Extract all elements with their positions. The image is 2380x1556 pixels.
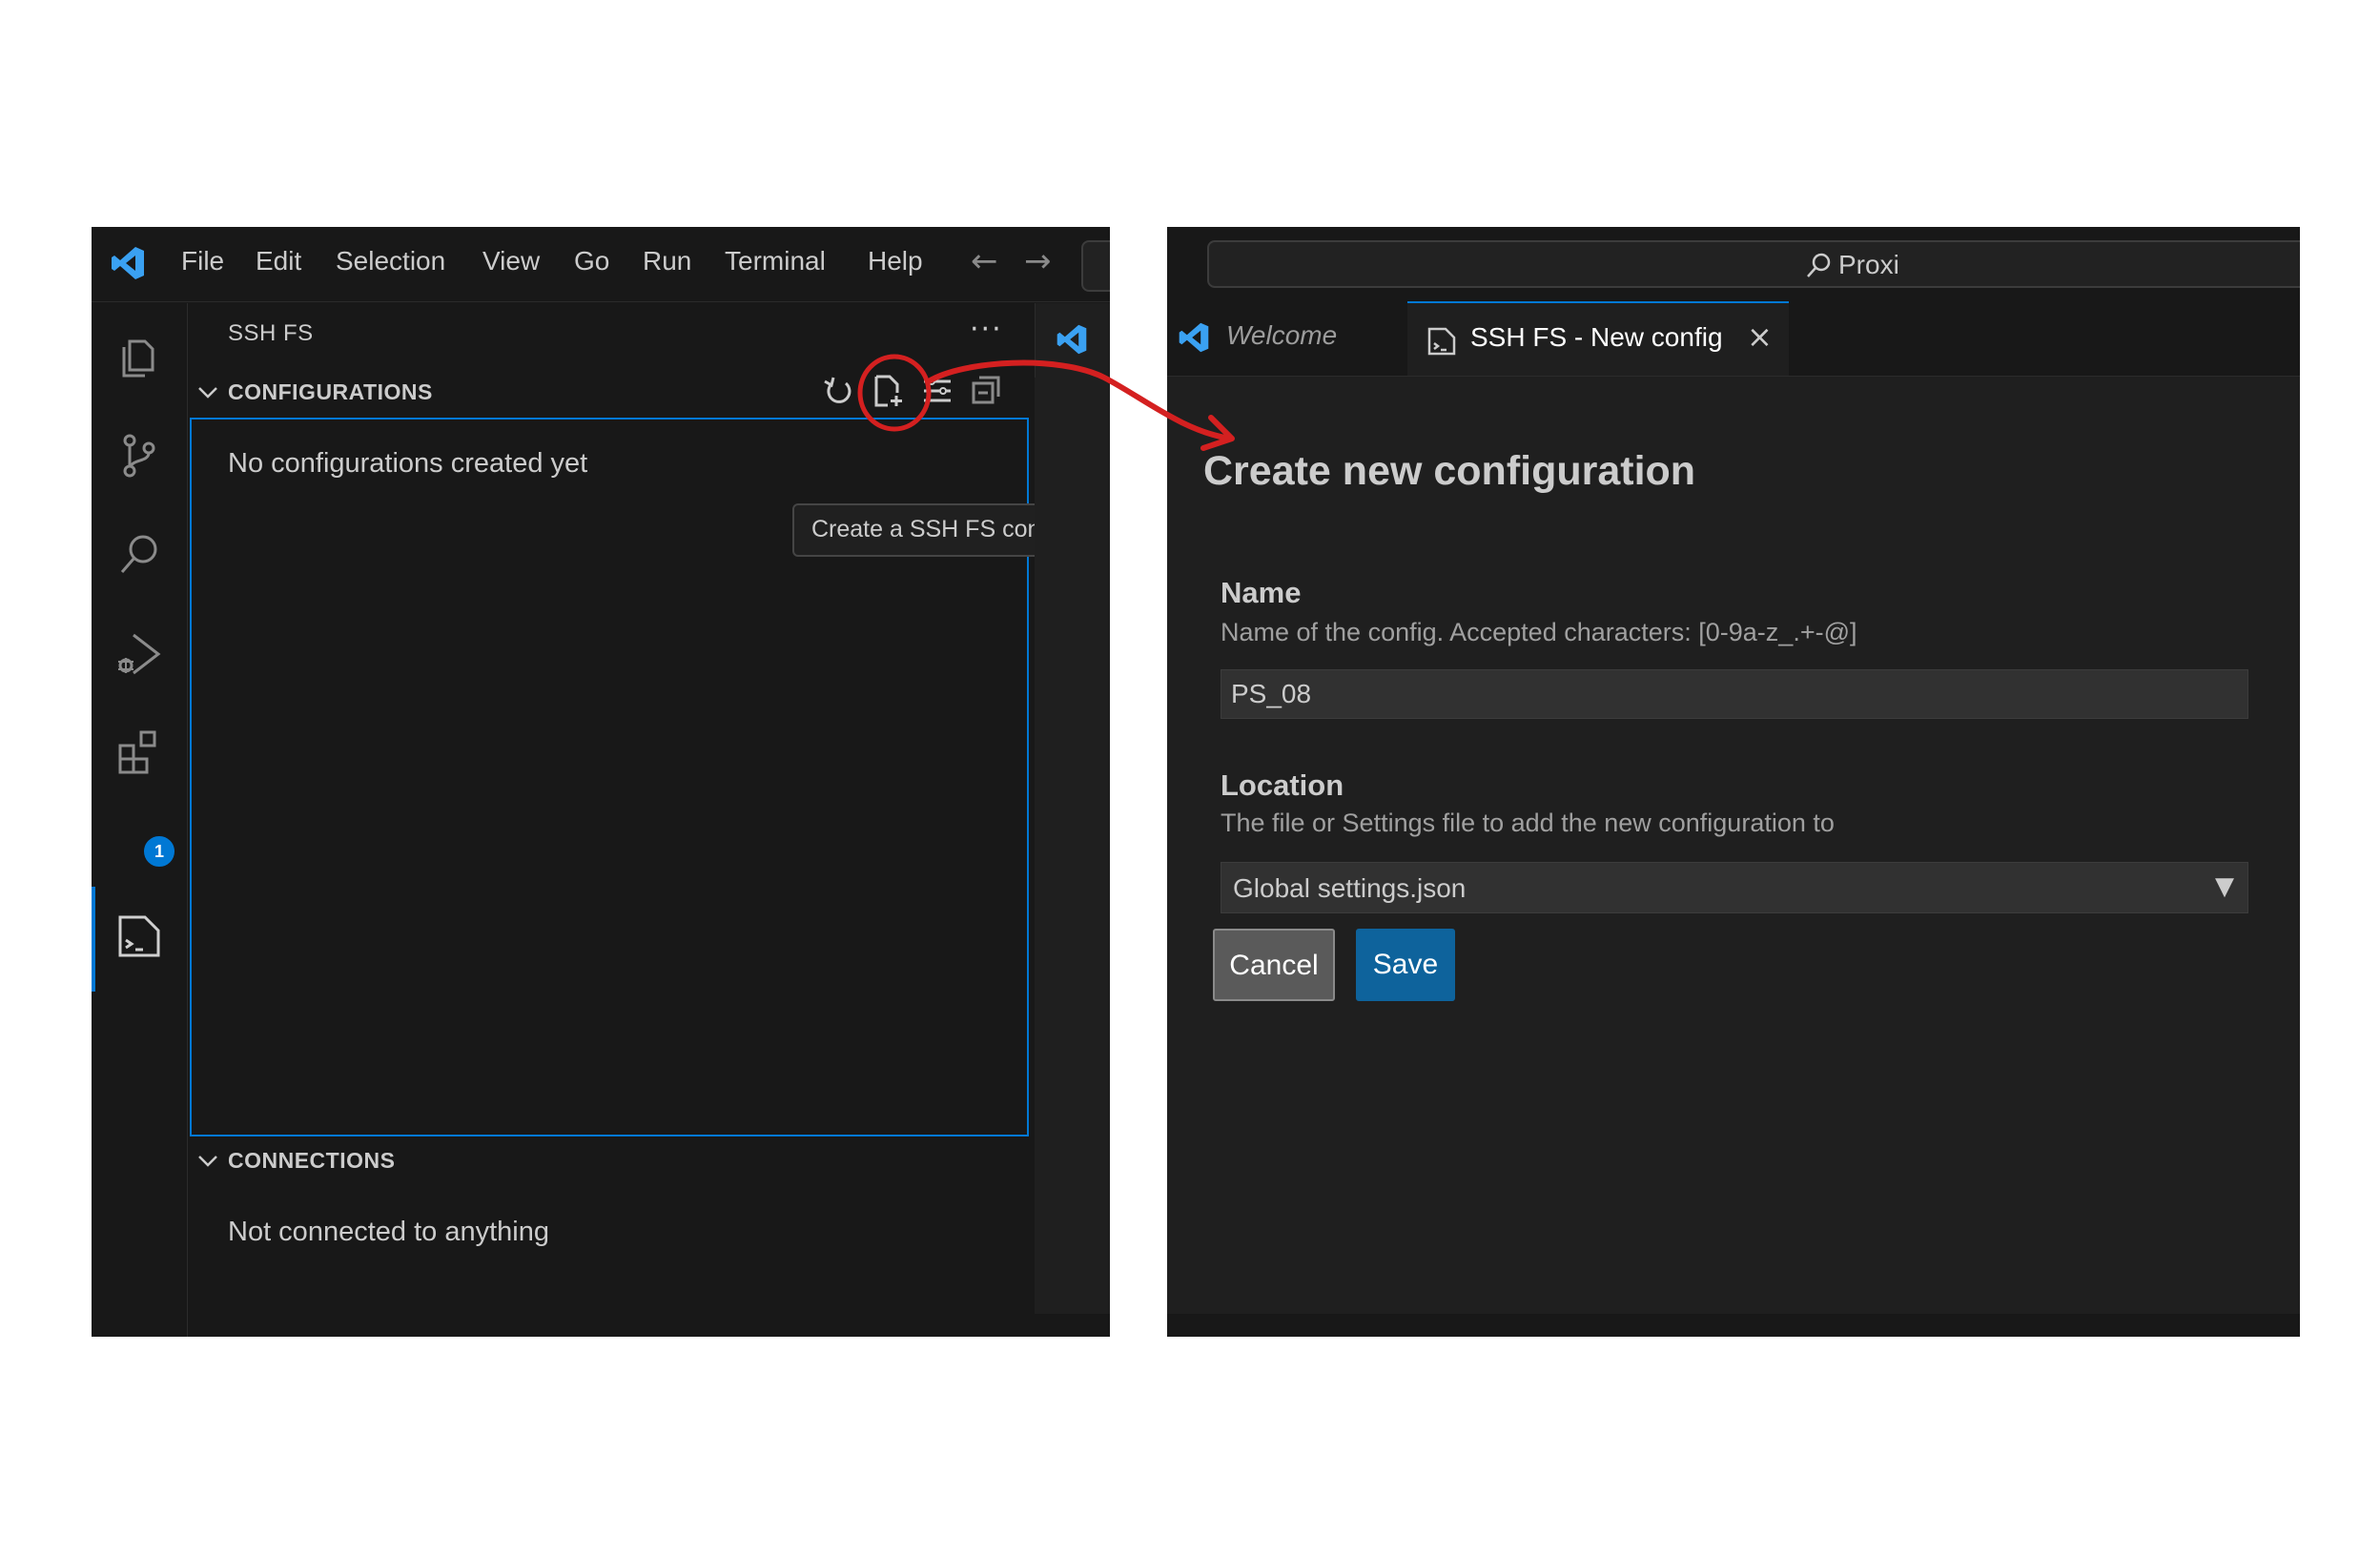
tab-strip — [1035, 303, 1110, 378]
connections-empty-message: Not connected to anything — [228, 1217, 549, 1247]
dropdown-arrow-icon: ▼ — [2215, 872, 2234, 901]
tab-welcome-partial[interactable] — [1035, 303, 1110, 378]
cancel-button[interactable]: Cancel — [1213, 929, 1335, 1001]
configurations-header[interactable]: CONFIGURATIONS — [197, 379, 433, 405]
active-indicator — [92, 887, 95, 992]
extensions-icon[interactable] — [113, 727, 166, 780]
chevron-down-icon — [197, 1148, 222, 1174]
tab-ssh-fs-new-config[interactable]: SSH FS - New config × — [1407, 301, 1789, 376]
explorer-icon[interactable] — [113, 330, 166, 383]
location-label: Location — [1221, 768, 1344, 802]
name-label: Name — [1221, 576, 1302, 609]
menu-run[interactable]: Run — [643, 246, 691, 276]
configurations-empty-message: No configurations created yet — [228, 448, 588, 479]
search-icon[interactable] — [113, 528, 166, 582]
close-icon[interactable]: × — [1747, 318, 1773, 355]
save-button[interactable]: Save — [1356, 929, 1455, 1001]
connections-header-label: CONNECTIONS — [228, 1148, 396, 1173]
vscode-window-left: File Edit Selection View Go Run Terminal… — [92, 227, 1110, 1337]
vscode-logo-icon — [112, 247, 144, 279]
menu-file[interactable]: File — [181, 246, 224, 276]
status-edge — [1167, 1314, 2300, 1337]
collapse-all-icon[interactable] — [970, 374, 1004, 408]
sidebar-title: SSH FS — [228, 320, 314, 346]
search-text: Proxi — [1838, 250, 1899, 279]
status-edge — [1035, 1314, 1110, 1337]
title-bar: Proxi — [1167, 227, 2300, 301]
location-select-value: Global settings.json — [1233, 873, 1467, 903]
location-description: The file or Settings file to add the new… — [1221, 809, 1835, 837]
name-field[interactable] — [1221, 669, 2248, 719]
menu-selection[interactable]: Selection — [336, 246, 445, 276]
back-arrow-icon[interactable]: ← — [971, 242, 998, 280]
new-config-icon[interactable] — [871, 374, 905, 408]
chevron-down-icon — [197, 379, 222, 405]
command-center-search[interactable]: Proxi — [1207, 240, 2300, 288]
refresh-icon[interactable] — [821, 374, 855, 408]
connections-header[interactable]: CONNECTIONS — [197, 1148, 395, 1174]
forward-arrow-icon[interactable]: → — [1024, 242, 1052, 280]
editor-area — [1035, 303, 1110, 1337]
vscode-logo-icon — [1057, 324, 1087, 355]
settings-list-icon[interactable] — [920, 374, 954, 408]
command-center[interactable] — [1081, 240, 1110, 292]
menu-view[interactable]: View — [482, 246, 540, 276]
configurations-header-label: CONFIGURATIONS — [228, 379, 433, 404]
tab-strip: Welcome SSH FS - New config × — [1167, 301, 2300, 377]
vscode-logo-icon — [1179, 322, 1209, 353]
menu-edit[interactable]: Edit — [256, 246, 301, 276]
tab-new-config-label: SSH FS - New config — [1470, 322, 1723, 352]
menu-terminal[interactable]: Terminal — [725, 246, 826, 276]
more-actions-icon[interactable]: ··· — [970, 313, 1003, 346]
tab-welcome[interactable]: Welcome — [1167, 301, 1405, 376]
ssh-fs-icon — [1427, 327, 1456, 356]
tab-welcome-label: Welcome — [1226, 320, 1338, 350]
vscode-window-right: Proxi Welcome SSH FS - New config × Crea… — [1167, 227, 2300, 1337]
activity-bar: 1 — [92, 303, 188, 1337]
search-icon — [1807, 253, 1831, 277]
source-control-icon[interactable] — [113, 429, 166, 482]
ssh-fs-icon[interactable] — [113, 910, 166, 963]
location-select[interactable]: Global settings.json ▼ — [1221, 862, 2248, 913]
sidebar: SSH FS ··· CONFIGURATIONS No configurati… — [188, 303, 1110, 1337]
extensions-badge: 1 — [141, 833, 177, 870]
title-bar: File Edit Selection View Go Run Terminal… — [92, 227, 1110, 302]
name-description: Name of the config. Accepted characters:… — [1221, 618, 1857, 646]
run-debug-icon[interactable] — [113, 627, 166, 681]
menu-go[interactable]: Go — [574, 246, 609, 276]
menu-help[interactable]: Help — [868, 246, 923, 276]
page-title: Create new configuration — [1203, 448, 1696, 494]
